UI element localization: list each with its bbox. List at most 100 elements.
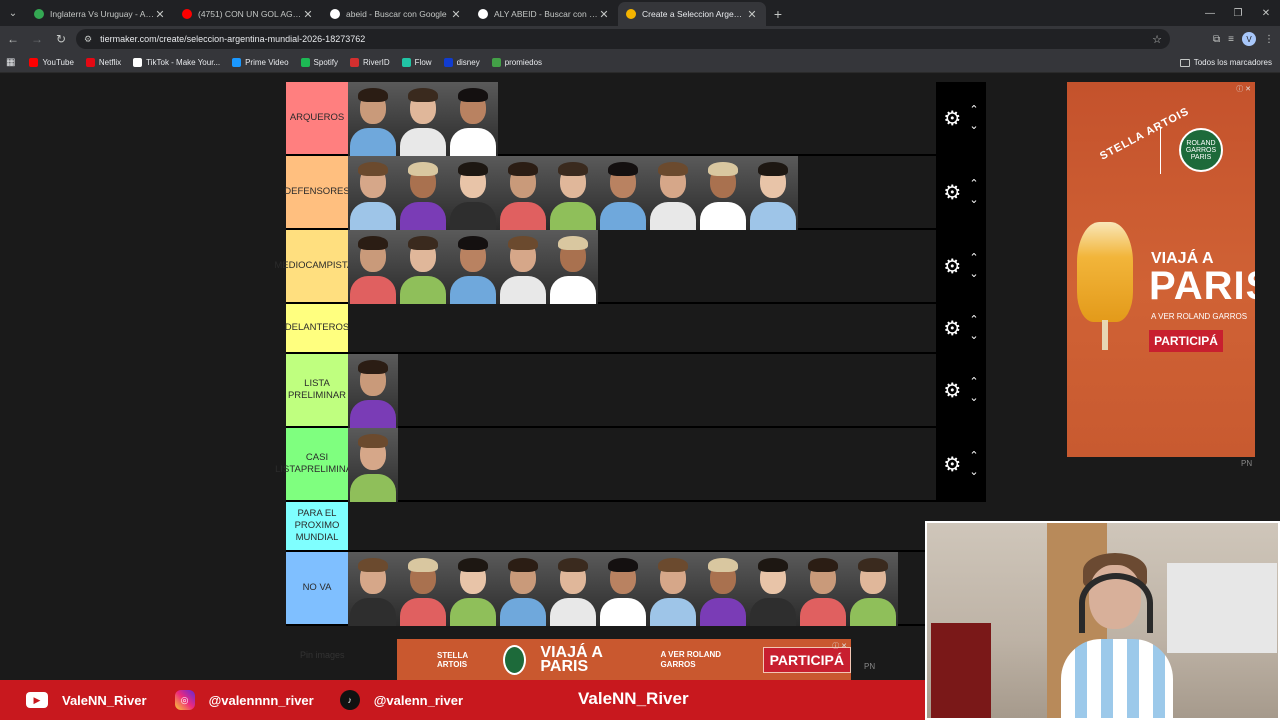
tier-move-down-icon[interactable]: ⌄ xyxy=(969,390,978,406)
ad-bottom[interactable]: STELLA ARTOIS VIAJÁ A PARIS A VER ROLAND… xyxy=(397,639,851,681)
browser-tab[interactable]: abeid - Buscar con Google ✕ xyxy=(322,2,470,26)
player-card[interactable] xyxy=(348,354,398,428)
tier-move-down-icon[interactable]: ⌄ xyxy=(969,266,978,282)
tab-close-icon[interactable]: ✕ xyxy=(302,8,314,21)
bookmark-item[interactable]: RiverID xyxy=(350,57,390,67)
tier-items[interactable] xyxy=(348,354,936,428)
player-card[interactable] xyxy=(448,230,498,304)
tier-move-down-icon[interactable]: ⌄ xyxy=(969,192,978,208)
player-card[interactable] xyxy=(398,82,448,156)
player-card[interactable] xyxy=(798,552,848,626)
tier-move-up-icon[interactable]: ⌃ xyxy=(969,448,978,464)
all-bookmarks[interactable]: Todos los marcadores xyxy=(1179,52,1272,73)
player-card[interactable] xyxy=(498,552,548,626)
player-card[interactable] xyxy=(548,552,598,626)
player-card[interactable] xyxy=(698,156,748,230)
player-card[interactable] xyxy=(848,552,898,626)
tier-items[interactable] xyxy=(348,304,936,352)
player-card[interactable] xyxy=(748,156,798,230)
tier-items[interactable] xyxy=(348,552,936,626)
tier-settings-gear-icon[interactable]: ⚙ xyxy=(943,378,961,403)
apps-icon[interactable]: ▦ xyxy=(6,57,15,68)
player-card[interactable] xyxy=(648,552,698,626)
tier-items[interactable] xyxy=(348,428,936,502)
tier-label[interactable]: MEDIOCAMPISTAS xyxy=(274,230,360,302)
tier-items[interactable] xyxy=(348,82,936,156)
tier-move-up-icon[interactable]: ⌃ xyxy=(969,176,978,192)
minimize-icon[interactable]: — xyxy=(1196,0,1224,26)
tier-label[interactable]: NO VA xyxy=(286,552,348,624)
tier-settings-gear-icon[interactable]: ⚙ xyxy=(943,316,961,341)
tier-move-down-icon[interactable]: ⌄ xyxy=(969,464,978,480)
player-card[interactable] xyxy=(348,82,398,156)
ad-close-icon[interactable]: ⓘ ✕ xyxy=(1236,84,1251,94)
new-tab-button[interactable]: + xyxy=(766,2,790,26)
ad-cta-button[interactable]: PARTICIPÁ xyxy=(1149,330,1223,352)
player-card[interactable] xyxy=(548,230,598,304)
tier-settings-gear-icon[interactable]: ⚙ xyxy=(943,254,961,279)
tier-move-up-icon[interactable]: ⌃ xyxy=(969,312,978,328)
bookmark-item[interactable]: TikTok - Make Your... xyxy=(133,57,220,67)
tier-settings-gear-icon[interactable]: ⚙ xyxy=(943,180,961,205)
ad-right[interactable]: STELLA ARTOIS ROLAND GARROS PARIS VIAJÁ … xyxy=(1067,82,1255,457)
bookmark-star-icon[interactable]: ☆ xyxy=(1152,33,1162,46)
browser-tab[interactable]: Inglaterra Vs Uruguay - Alineación✕ xyxy=(26,2,174,26)
tab-search-icon[interactable]: ⌄ xyxy=(0,0,26,26)
player-card[interactable] xyxy=(448,156,498,230)
media-icon[interactable]: ≡ xyxy=(1228,34,1234,45)
bookmark-item[interactable]: Prime Video xyxy=(232,57,289,67)
player-card[interactable] xyxy=(348,230,398,304)
tier-move-down-icon[interactable]: ⌄ xyxy=(969,118,978,134)
tier-move-up-icon[interactable]: ⌃ xyxy=(969,102,978,118)
bookmark-item[interactable]: Spotify xyxy=(300,57,338,67)
forward-icon[interactable]: → xyxy=(26,28,48,50)
bookmark-item[interactable]: YouTube xyxy=(29,57,74,67)
player-card[interactable] xyxy=(498,230,548,304)
player-card[interactable] xyxy=(448,82,498,156)
player-card[interactable] xyxy=(348,156,398,230)
tier-label[interactable]: CASI LISTAPRELIMINAR xyxy=(275,428,359,500)
browser-tab[interactable]: (4751) CON UN GOL AGÓNICO✕ xyxy=(174,2,322,26)
player-card[interactable] xyxy=(398,230,448,304)
address-bar[interactable]: ⚙ tiermaker.com/create/seleccion-argenti… xyxy=(76,29,1170,49)
tier-move-up-icon[interactable]: ⌃ xyxy=(969,250,978,266)
player-card[interactable] xyxy=(348,552,398,626)
tier-settings-gear-icon[interactable]: ⚙ xyxy=(943,106,961,131)
tab-close-icon[interactable]: ✕ xyxy=(450,8,462,21)
tier-move-down-icon[interactable]: ⌄ xyxy=(969,328,978,344)
player-card[interactable] xyxy=(398,156,448,230)
site-info-icon[interactable]: ⚙ xyxy=(84,34,92,45)
tier-items[interactable] xyxy=(348,230,936,304)
bookmark-item[interactable]: Netflix xyxy=(85,57,121,67)
close-window-icon[interactable]: ✕ xyxy=(1252,0,1280,26)
bookmark-item[interactable]: disney xyxy=(443,57,480,67)
reload-icon[interactable]: ↻ xyxy=(50,28,72,50)
tier-label[interactable]: LISTA PRELIMINAR xyxy=(286,354,348,426)
profile-avatar[interactable]: V xyxy=(1242,32,1256,46)
tier-label[interactable]: DELANTEROS xyxy=(285,304,349,352)
tab-close-icon[interactable]: ✕ xyxy=(154,8,166,21)
url-text[interactable]: tiermaker.com/create/seleccion-argentina… xyxy=(100,34,1152,44)
tab-close-icon[interactable]: ✕ xyxy=(746,8,758,21)
player-card[interactable] xyxy=(598,552,648,626)
restore-icon[interactable]: ❐ xyxy=(1224,0,1252,26)
browser-tab[interactable]: Create a Seleccion Argentina M✕ xyxy=(618,2,766,26)
tier-label[interactable]: ARQUEROS xyxy=(286,82,348,154)
player-card[interactable] xyxy=(648,156,698,230)
tier-label[interactable]: PARA EL PROXIMO MUNDIAL xyxy=(286,502,348,550)
player-card[interactable] xyxy=(698,552,748,626)
player-card[interactable] xyxy=(398,552,448,626)
tier-items[interactable] xyxy=(348,502,936,550)
ad-bottom-close-icon[interactable]: ⓘ ✕ xyxy=(832,641,847,651)
player-card[interactable] xyxy=(598,156,648,230)
tab-close-icon[interactable]: ✕ xyxy=(598,8,610,21)
tier-label[interactable]: DEFENSORES xyxy=(284,156,350,228)
player-card[interactable] xyxy=(498,156,548,230)
tier-settings-gear-icon[interactable]: ⚙ xyxy=(943,452,961,477)
bookmark-item[interactable]: promiedos xyxy=(491,57,542,67)
browser-tab[interactable]: ALY ABEID - Buscar con Google✕ xyxy=(470,2,618,26)
menu-icon[interactable]: ⋮ xyxy=(1264,34,1274,45)
bookmark-item[interactable]: Flow xyxy=(401,57,432,67)
player-card[interactable] xyxy=(348,428,398,502)
player-card[interactable] xyxy=(548,156,598,230)
